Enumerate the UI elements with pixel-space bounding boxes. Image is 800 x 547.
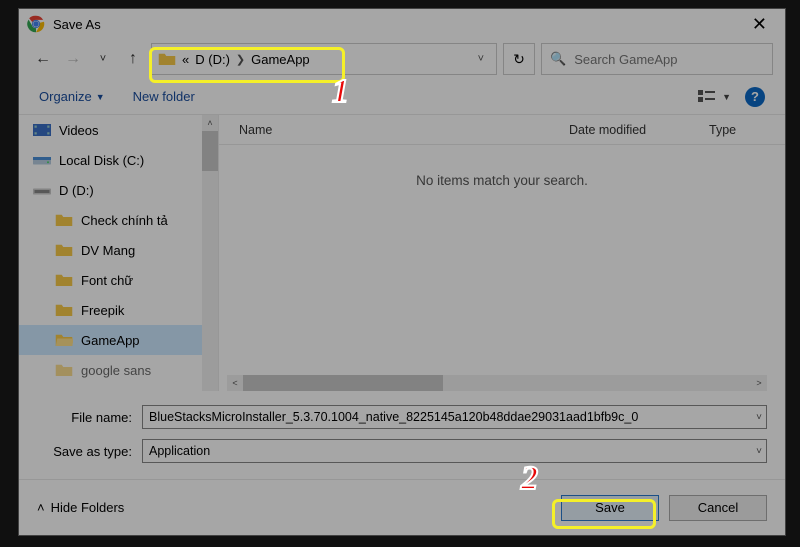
tree-item-gameapp[interactable]: GameApp xyxy=(19,325,218,355)
close-button[interactable]: ✕ xyxy=(742,12,777,37)
tree-item-videos[interactable]: Videos xyxy=(19,115,218,145)
help-button[interactable]: ? xyxy=(745,87,765,107)
tree-item-folder[interactable]: Font chữ xyxy=(19,265,218,295)
search-input[interactable]: 🔍 Search GameApp xyxy=(541,43,773,75)
folder-open-icon xyxy=(55,332,73,348)
up-button[interactable]: ↑ xyxy=(121,47,145,71)
window-title: Save As xyxy=(53,17,742,32)
body-area: Videos Local Disk (C:) D (D:) Check chín… xyxy=(19,115,785,391)
breadcrumb-prefix: « xyxy=(182,52,189,67)
savetype-select[interactable]: Application˅ xyxy=(142,439,767,463)
toolbar: Organize▼ New folder ▼ ? xyxy=(19,79,785,115)
list-hscrollbar[interactable]: ˂ ˃ xyxy=(227,375,767,391)
address-bar[interactable]: « D (D:) ❯ GameApp ˅ xyxy=(151,43,497,75)
view-icon xyxy=(698,90,718,104)
organize-menu[interactable]: Organize▼ xyxy=(39,89,105,104)
chrome-icon xyxy=(27,15,45,33)
breadcrumb-drive[interactable]: D (D:) xyxy=(195,52,230,67)
back-button[interactable]: ← xyxy=(31,47,55,71)
chevron-right-icon: ❯ xyxy=(236,53,245,66)
file-list: Name Date modified Type No items match y… xyxy=(219,115,785,391)
empty-message: No items match your search. xyxy=(219,145,785,188)
videos-icon xyxy=(33,122,51,138)
breadcrumb-folder[interactable]: GameApp xyxy=(251,52,310,67)
filename-input[interactable]: BlueStacksMicroInstaller_5.3.70.1004_nat… xyxy=(142,405,767,429)
view-options-button[interactable]: ▼ xyxy=(698,90,731,104)
tree-item-d-drive[interactable]: D (D:) xyxy=(19,175,218,205)
tree-item-folder[interactable]: Freepik xyxy=(19,295,218,325)
fields-area: File name: BlueStacksMicroInstaller_5.3.… xyxy=(19,391,785,479)
tree-item-folder[interactable]: google sans xyxy=(19,355,218,385)
hide-folders-toggle[interactable]: ˄Hide Folders xyxy=(37,500,124,515)
search-placeholder: Search GameApp xyxy=(574,52,677,67)
folder-icon xyxy=(55,302,73,318)
scroll-left-icon[interactable]: ˂ xyxy=(227,375,243,391)
savetype-label: Save as type: xyxy=(37,444,142,459)
column-type[interactable]: Type xyxy=(709,123,785,137)
hscroll-thumb[interactable] xyxy=(243,375,443,391)
folder-tree: Videos Local Disk (C:) D (D:) Check chín… xyxy=(19,115,219,391)
refresh-button[interactable]: ↻ xyxy=(503,43,535,75)
drive-icon xyxy=(33,152,51,168)
chevron-down-icon[interactable]: ˅ xyxy=(756,446,762,457)
column-name[interactable]: Name xyxy=(219,123,569,137)
recent-dropdown[interactable]: ˅ xyxy=(91,47,115,71)
drive-icon xyxy=(33,182,51,198)
search-icon: 🔍 xyxy=(550,51,566,67)
filename-label: File name: xyxy=(37,410,142,425)
column-date[interactable]: Date modified xyxy=(569,123,709,137)
folder-icon xyxy=(55,212,73,228)
chevron-up-icon: ˄ xyxy=(37,500,45,515)
address-dropdown[interactable]: ˅ xyxy=(472,53,490,65)
folder-icon xyxy=(158,50,176,68)
tree-item-folder[interactable]: Check chính tả xyxy=(19,205,218,235)
chevron-down-icon[interactable]: ˅ xyxy=(756,412,762,423)
footer: ˄Hide Folders Save Cancel xyxy=(19,479,785,535)
tree-item-folder[interactable]: DV Mang xyxy=(19,235,218,265)
save-as-dialog: Save As ✕ ← → ˅ ↑ « D (D:) ❯ GameApp ˅ ↻… xyxy=(18,8,786,536)
new-folder-button[interactable]: New folder xyxy=(133,89,195,104)
scroll-right-icon[interactable]: ˃ xyxy=(751,375,767,391)
navigation-row: ← → ˅ ↑ « D (D:) ❯ GameApp ˅ ↻ 🔍 Search … xyxy=(19,39,785,79)
folder-icon xyxy=(55,242,73,258)
titlebar: Save As ✕ xyxy=(19,9,785,39)
folder-icon xyxy=(55,362,73,378)
column-headers: Name Date modified Type xyxy=(219,115,785,145)
tree-item-local-disk-c[interactable]: Local Disk (C:) xyxy=(19,145,218,175)
tree-scroll-thumb[interactable] xyxy=(202,131,218,171)
save-button[interactable]: Save xyxy=(561,495,659,521)
tree-scroll-up[interactable]: ˄ xyxy=(202,115,218,131)
forward-button[interactable]: → xyxy=(61,47,85,71)
breadcrumb: « D (D:) ❯ GameApp xyxy=(182,52,310,67)
folder-icon xyxy=(55,272,73,288)
cancel-button[interactable]: Cancel xyxy=(669,495,767,521)
